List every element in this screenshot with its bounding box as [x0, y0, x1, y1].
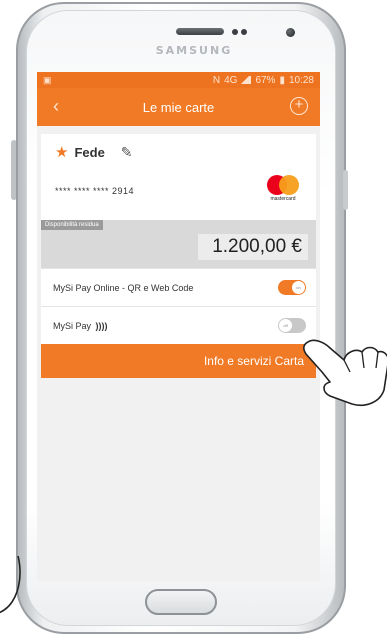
contactless-icon: )))) [95, 320, 108, 331]
toggle-row-mysipay: MySi Pay )))) off [41, 306, 316, 344]
available-label: Disponibilità residua [41, 220, 103, 230]
mastercard-yellow-circle [279, 175, 299, 195]
mastercard-wordmark: mastercard [270, 196, 296, 202]
proximity-sensor [232, 29, 238, 35]
mastercard-logo: mastercard [264, 174, 302, 204]
battery-percent: 67% [255, 74, 276, 86]
status-bar: ▣ N 4G 67% ▮ 10:28 [37, 72, 320, 88]
app-bar: ‹ Le mie carte + [37, 88, 320, 126]
stage: SAMSUNG ▣ N 4G 67% ▮ 10:28 ‹ Le mie cart… [0, 0, 387, 637]
card-name: Fede [74, 145, 105, 160]
device-brand: SAMSUNG [155, 44, 233, 57]
front-camera [286, 28, 295, 37]
page-title: Le mie carte [142, 99, 215, 115]
gallery-notification-icon: ▣ [43, 74, 52, 85]
mysipay-label: MySi Pay [53, 320, 92, 331]
available-amount: 1.200,00 € [198, 234, 308, 260]
payment-card[interactable]: ★ Fede ✎ **** **** **** 2914 mastercard … [41, 134, 316, 378]
plus-circle-icon[interactable]: + [290, 97, 308, 115]
battery-icon: ▮ [279, 74, 285, 86]
chevron-left-icon[interactable]: ‹ [53, 97, 59, 115]
star-icon[interactable]: ★ [55, 145, 68, 160]
toggle-knob: on [292, 281, 305, 294]
online-payment-toggle[interactable]: on [278, 280, 306, 295]
power-button [343, 170, 348, 210]
card-name-row: ★ Fede ✎ [55, 144, 302, 161]
available-balance: Disponibilità residua 1.200,00 € [41, 220, 316, 268]
toggle-label: MySi Pay Online - QR e Web Code [53, 282, 194, 293]
toggle-knob: off [279, 319, 292, 332]
nfc-status-icon: N [212, 74, 221, 86]
light-sensor [241, 29, 247, 35]
toggle-label: MySi Pay )))) [53, 321, 108, 331]
pencil-icon[interactable]: ✎ [121, 144, 133, 161]
card-number: **** **** **** 2914 [55, 186, 135, 196]
phone-screen: ▣ N 4G 67% ▮ 10:28 ‹ Le mie carte + ★ Fe… [37, 72, 320, 582]
pointing-hand-icon [303, 339, 387, 406]
card-header: ★ Fede ✎ **** **** **** 2914 mastercard [41, 134, 316, 220]
toggle-row-online: MySi Pay Online - QR e Web Code on [41, 268, 316, 306]
home-button[interactable] [145, 589, 217, 615]
signal-type: 4G [224, 74, 238, 86]
partial-hand-icon [0, 556, 21, 614]
earpiece-speaker [176, 28, 224, 35]
status-indicators: N 4G 67% ▮ 10:28 [213, 75, 314, 86]
info-services-button[interactable]: Info e servizi Carta [41, 344, 316, 378]
signal-bars-icon [241, 76, 252, 84]
clock: 10:28 [288, 74, 314, 86]
